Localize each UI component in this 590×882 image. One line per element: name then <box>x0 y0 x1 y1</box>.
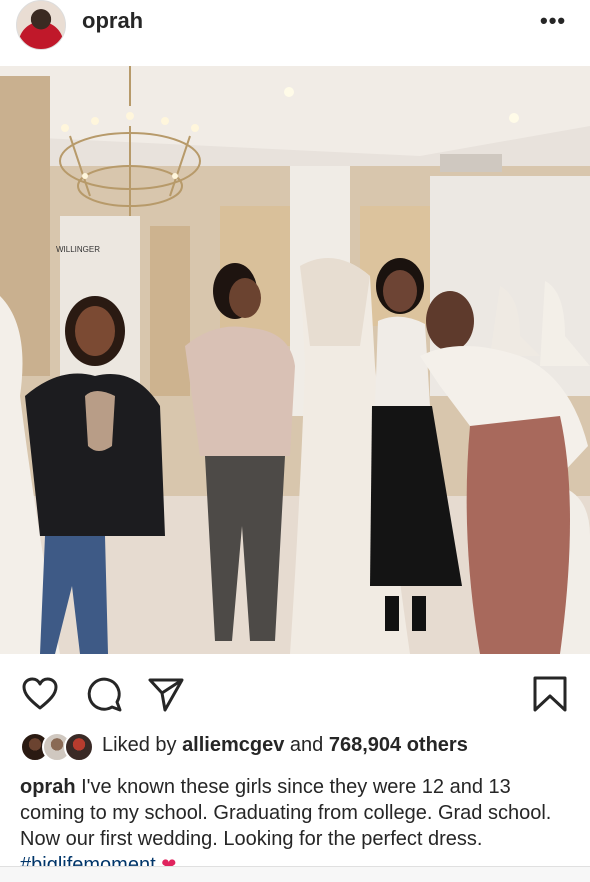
bottom-edge <box>0 866 590 882</box>
post-photo[interactable]: WILLINGER <box>0 66 590 654</box>
paper-plane-icon <box>148 678 184 712</box>
liker-avatars[interactable] <box>20 732 94 762</box>
like-button[interactable] <box>20 674 60 714</box>
avatar[interactable] <box>16 0 66 50</box>
liker-avatar[interactable] <box>64 732 94 762</box>
save-button[interactable] <box>530 674 570 714</box>
post-header: oprah ••• <box>0 0 590 64</box>
liked-by-label: Liked by <box>102 734 177 756</box>
liker-username[interactable]: alliemcgev <box>182 734 284 756</box>
bridal-shop-photo: WILLINGER <box>0 66 590 654</box>
heart-outline-icon <box>22 677 58 710</box>
store-sign: WILLINGER <box>56 245 100 254</box>
bookmark-icon <box>533 676 567 712</box>
likes-text: Liked by alliemcgev and 768,904 others <box>102 734 468 757</box>
share-button[interactable] <box>146 674 186 714</box>
caption-text: I've known these girls since they were 1… <box>20 776 552 850</box>
likes-and-label: and <box>289 734 324 756</box>
post-caption: oprah I've known these girls since they … <box>20 774 575 868</box>
caption-username[interactable]: oprah <box>20 776 76 798</box>
post-username[interactable]: oprah <box>82 8 143 34</box>
action-bar <box>0 654 590 730</box>
comment-bubble-icon <box>87 677 122 712</box>
likes-row: Liked by alliemcgev and 768,904 others <box>20 730 580 764</box>
comment-button[interactable] <box>84 674 124 714</box>
more-options-button[interactable]: ••• <box>540 8 566 34</box>
likes-count[interactable]: 768,904 others <box>329 734 468 756</box>
